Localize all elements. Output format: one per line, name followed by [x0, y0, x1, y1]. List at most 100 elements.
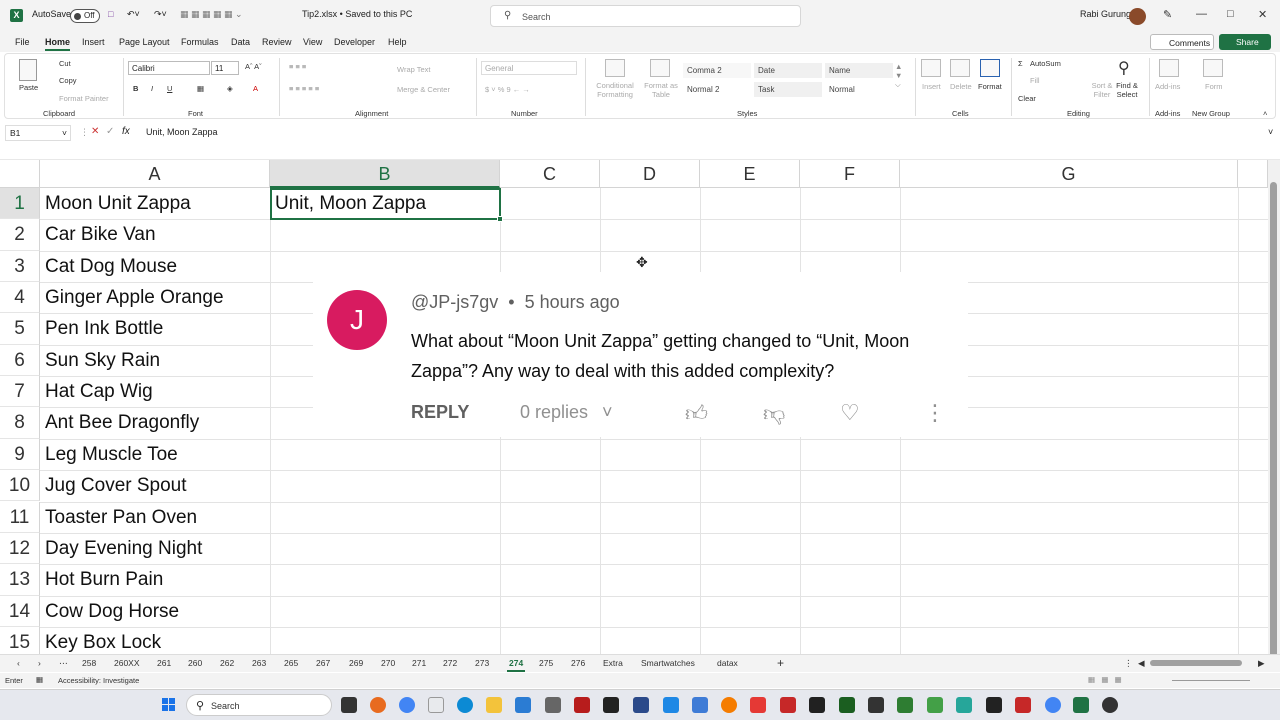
windows-start-icon[interactable]	[162, 698, 176, 712]
row-header[interactable]: 1	[0, 188, 40, 220]
fill-color-icon[interactable]: ◈	[227, 84, 233, 93]
row-header[interactable]: 15	[0, 626, 40, 654]
paste-button[interactable]: Paste	[19, 83, 38, 92]
tab-page-layout[interactable]: Page Layout	[119, 37, 170, 47]
app-icon[interactable]	[750, 697, 766, 713]
clear-button[interactable]: Clear	[1018, 94, 1036, 103]
format-cells-button[interactable]: Format	[978, 82, 1002, 91]
format-painter-button[interactable]: Format Painter	[59, 94, 109, 103]
align-left-icons[interactable]: ≡ ≡ ≡ ≡ ≡	[289, 84, 319, 93]
row-header[interactable]: 4	[0, 282, 40, 314]
sheet-tab[interactable]: 263	[252, 658, 266, 668]
cut-button[interactable]: Cut	[59, 59, 71, 68]
hscroll-left-icon[interactable]: ◀	[1138, 658, 1145, 669]
user-name[interactable]: Rabi Gurung	[1080, 9, 1131, 19]
sheet-tab[interactable]: 272	[443, 658, 457, 668]
app-icon[interactable]	[692, 697, 708, 713]
vertical-scrollbar[interactable]	[1268, 160, 1280, 662]
format-as-table-icon[interactable]	[650, 59, 670, 77]
row-header[interactable]: 5	[0, 313, 40, 345]
form-icon[interactable]	[1203, 59, 1223, 77]
merge-center-button[interactable]: Merge & Center	[397, 85, 450, 94]
sheet-tab[interactable]: 269	[349, 658, 363, 668]
row-header[interactable]: 6	[0, 344, 40, 377]
number-format-icons[interactable]: $ ˅ % 9 ← →	[485, 85, 530, 94]
delete-cells-icon[interactable]	[950, 59, 970, 77]
accessibility-status[interactable]: Accessibility: Investigate	[58, 676, 139, 685]
expand-formula-icon[interactable]: ˅	[1268, 127, 1273, 137]
comment-time[interactable]: 5 hours ago	[525, 292, 620, 312]
row-header[interactable]: 12	[0, 532, 40, 565]
styles-scroll-icon[interactable]: ▲ ▼ ⌵	[895, 62, 902, 90]
scroll-left-icon[interactable]: ‹	[17, 658, 20, 668]
delete-cells-button[interactable]: Delete	[950, 82, 972, 91]
font-size-select[interactable]: 11	[211, 61, 239, 75]
add-sheet-icon[interactable]: +	[777, 656, 784, 670]
format-as-table-button[interactable]: Format as Table	[641, 81, 681, 99]
select-all-corner[interactable]	[0, 160, 40, 188]
sheet-tab[interactable]: 276	[571, 658, 585, 668]
fill-button[interactable]: Fill	[1030, 76, 1040, 85]
column-header-a[interactable]: A	[40, 160, 270, 188]
excel-taskbar-icon[interactable]	[1073, 697, 1089, 713]
minimize-icon[interactable]: —	[1196, 8, 1207, 20]
sheet-tab[interactable]: datax	[717, 658, 738, 668]
addins-button[interactable]: Add-ins	[1155, 82, 1180, 91]
row-header[interactable]: 2	[0, 219, 40, 251]
font-grow-icon[interactable]: Aˆ Aˇ	[245, 62, 262, 71]
scroll-right-icon[interactable]: ›	[38, 658, 41, 668]
cell-a13[interactable]: Hot Burn Pain	[40, 564, 163, 595]
sheet-tab[interactable]: 270	[381, 658, 395, 668]
row-header[interactable]: 9	[0, 438, 40, 471]
app-icon[interactable]	[839, 697, 855, 713]
tab-formulas[interactable]: Formulas	[181, 37, 219, 47]
fx-icon[interactable]: fx	[122, 126, 130, 137]
commenter-avatar[interactable]: J	[327, 290, 387, 350]
insert-cells-button[interactable]: Insert	[922, 82, 941, 91]
app-icon[interactable]	[868, 697, 884, 713]
cell-a7[interactable]: Hat Cap Wig	[40, 376, 153, 407]
cell-a15[interactable]: Key Box Lock	[40, 627, 161, 654]
tab-file[interactable]: File	[15, 37, 30, 47]
style-normal2[interactable]: Normal 2	[683, 82, 751, 97]
formula-input[interactable]: Unit, Moon Zappa	[146, 127, 218, 137]
italic-icon[interactable]: I	[151, 84, 153, 93]
replies-toggle[interactable]: 0 replies ˅	[520, 402, 613, 423]
sheet-tab[interactable]: 260	[188, 658, 202, 668]
calendar-icon[interactable]	[515, 697, 531, 713]
row-header[interactable]: 7	[0, 376, 40, 408]
app-icon[interactable]	[956, 697, 972, 713]
quick-access-icons[interactable]: ▦ ▦ ▦ ▦ ▦ ⌄	[180, 9, 243, 20]
user-avatar[interactable]	[1129, 8, 1146, 25]
row-header[interactable]: 11	[0, 501, 40, 533]
number-format-select[interactable]: General	[481, 61, 577, 75]
form-button[interactable]: Form	[1205, 82, 1223, 91]
tab-home[interactable]: Home	[45, 37, 71, 51]
sheet-tab[interactable]: 262	[220, 658, 234, 668]
firefox-icon[interactable]	[370, 697, 386, 713]
column-header-c[interactable]: C	[500, 160, 600, 188]
app-icon[interactable]	[603, 697, 619, 713]
bold-icon[interactable]: B	[133, 84, 138, 93]
sheet-tab[interactable]: Extra	[603, 658, 623, 668]
column-header-g[interactable]: G	[900, 160, 1238, 188]
scroll-thumb[interactable]	[1270, 182, 1277, 662]
app-icon[interactable]	[780, 697, 796, 713]
chrome-icon[interactable]	[399, 697, 415, 713]
underline-icon[interactable]: U	[167, 84, 172, 93]
more-options-icon[interactable]: ⋮	[924, 400, 946, 426]
save-icon[interactable]: □	[108, 9, 113, 19]
app-icon[interactable]	[633, 697, 649, 713]
style-name[interactable]: Name	[825, 63, 893, 78]
edge-icon[interactable]	[457, 697, 473, 713]
vscode-icon[interactable]	[663, 697, 679, 713]
conditional-formatting-icon[interactable]	[605, 59, 625, 77]
cell-a8[interactable]: Ant Bee Dragonfly	[40, 407, 199, 438]
taskbar-search[interactable]: ⚲ Search	[186, 694, 332, 716]
macro-record-icon[interactable]: ▦	[36, 675, 43, 684]
title-search-box[interactable]: ⚲ Search	[490, 5, 801, 27]
find-select-button[interactable]: Find & Select	[1111, 81, 1143, 99]
sheet-tab[interactable]: Smartwatches	[641, 658, 695, 668]
close-icon[interactable]: ✕	[1258, 8, 1267, 21]
horizontal-scrollbar[interactable]	[1150, 660, 1242, 666]
